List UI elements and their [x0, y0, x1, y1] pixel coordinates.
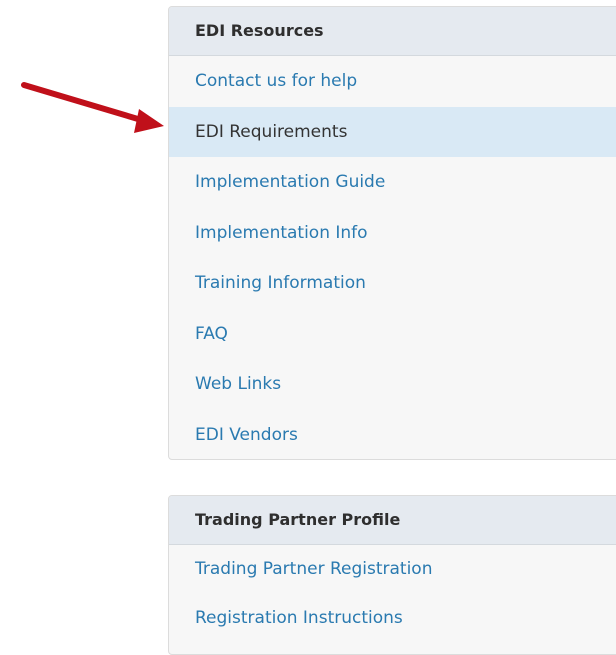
arrow-icon: [21, 82, 164, 133]
menu-item-implementation-guide[interactable]: Implementation Guide: [169, 157, 616, 208]
menu-item-trading-partner-registration[interactable]: Trading Partner Registration: [169, 545, 616, 594]
menu-item-contact-us[interactable]: Contact us for help: [169, 56, 616, 107]
menu-item-edi-vendors[interactable]: EDI Vendors: [169, 410, 616, 460]
menu-item-implementation-info[interactable]: Implementation Info: [169, 208, 616, 259]
menu-item-registration-instructions[interactable]: Registration Instructions: [169, 594, 616, 643]
menu-item-training-information[interactable]: Training Information: [169, 258, 616, 309]
menu-item-web-links[interactable]: Web Links: [169, 359, 616, 410]
trading-partner-profile-panel: Trading Partner Profile Trading Partner …: [168, 495, 616, 655]
menu-item-faq[interactable]: FAQ: [169, 309, 616, 360]
edi-resources-panel: EDI Resources Contact us for help EDI Re…: [168, 6, 616, 460]
edi-resources-header: EDI Resources: [169, 7, 616, 56]
trading-partner-profile-header: Trading Partner Profile: [169, 496, 616, 545]
menu-item-edi-requirements[interactable]: EDI Requirements: [169, 106, 616, 157]
